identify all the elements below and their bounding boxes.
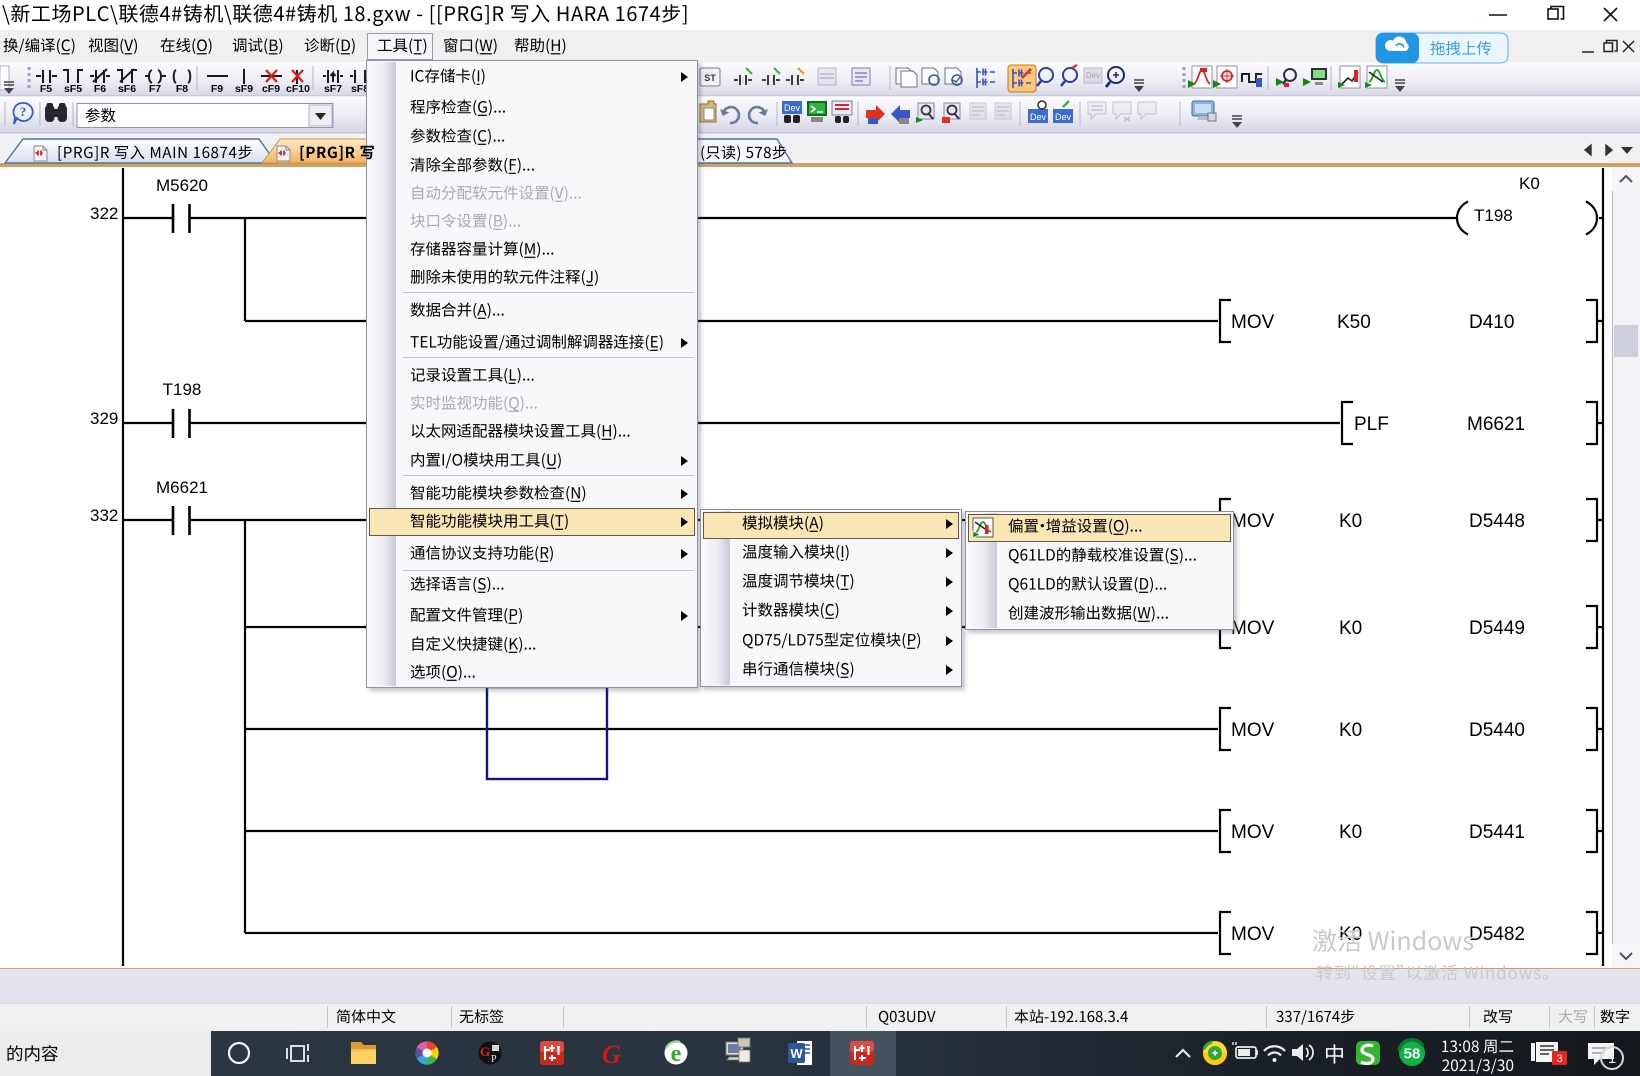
svg-text:1: 1 bbox=[1608, 1050, 1616, 1067]
svg-text:F8: F8 bbox=[176, 83, 188, 95]
svg-text:W: W bbox=[790, 1046, 803, 1061]
svg-text:sF6: sF6 bbox=[118, 83, 136, 95]
svg-text:G: G bbox=[480, 1044, 490, 1059]
svg-text:ST: ST bbox=[704, 73, 716, 83]
svg-text:Dev: Dev bbox=[1086, 71, 1100, 80]
svg-text:sF5: sF5 bbox=[64, 83, 82, 95]
svg-text:58: 58 bbox=[1404, 1046, 1421, 1063]
svg-text:?: ? bbox=[20, 104, 27, 119]
svg-text:3: 3 bbox=[1556, 1053, 1562, 1065]
svg-text:F9: F9 bbox=[211, 83, 223, 95]
svg-text:F6: F6 bbox=[94, 83, 106, 95]
svg-text:Dev: Dev bbox=[784, 103, 801, 113]
svg-text:e: e bbox=[671, 1041, 682, 1067]
svg-text:cF9: cF9 bbox=[262, 83, 280, 95]
svg-text:Dev: Dev bbox=[1030, 112, 1047, 122]
svg-text:F7: F7 bbox=[149, 83, 161, 95]
svg-text:cF10: cF10 bbox=[286, 83, 310, 95]
svg-text:Dev: Dev bbox=[1055, 112, 1072, 122]
svg-text:F5: F5 bbox=[40, 83, 52, 95]
svg-text:P: P bbox=[491, 1054, 497, 1065]
svg-text:G: G bbox=[602, 1040, 621, 1069]
svg-text:sF9: sF9 bbox=[235, 83, 253, 95]
svg-text:sF7: sF7 bbox=[324, 83, 342, 95]
